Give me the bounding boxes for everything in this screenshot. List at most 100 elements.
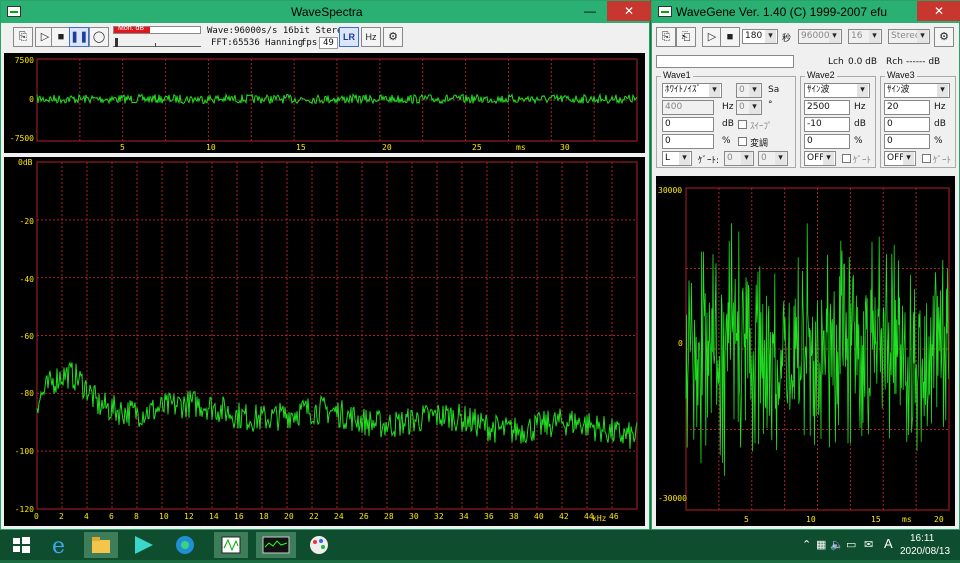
spectrum-x-tick: 20 bbox=[284, 512, 294, 521]
spectrum-y-tick: -20 bbox=[19, 217, 34, 226]
wavegene-close-button[interactable]: ✕ bbox=[917, 1, 960, 21]
wave1-phase-unit: ° bbox=[768, 100, 773, 110]
wave2-freq-input[interactable]: 2500 bbox=[804, 100, 850, 115]
wave2-type-select[interactable]: ｻｲﾝ波 bbox=[804, 83, 870, 98]
settings-icon[interactable]: ⚙ bbox=[383, 27, 403, 47]
wave2-level-input[interactable]: -10 bbox=[804, 117, 850, 132]
fps-value: 49 bbox=[319, 37, 338, 49]
wave2-gate-checkbox[interactable] bbox=[842, 154, 851, 163]
wave3-type-select[interactable]: ｻｲﾝ波 bbox=[884, 83, 950, 98]
wave1-level-input[interactable]: 0 bbox=[662, 117, 714, 132]
edge-icon[interactable] bbox=[168, 532, 202, 558]
minimize-button[interactable]: — bbox=[577, 1, 603, 21]
wave3-out-select[interactable]: OFF bbox=[884, 151, 916, 166]
paint-icon[interactable] bbox=[302, 532, 336, 558]
wavespectra-titlebar[interactable]: WaveSpectra — ☐ ✕ bbox=[1, 1, 651, 23]
wave-y-tick: -7500 bbox=[9, 134, 34, 143]
pause-icon[interactable]: ❚❚ bbox=[69, 27, 89, 47]
file-name-field[interactable] bbox=[656, 55, 794, 68]
wavespectra-title: WaveSpectra bbox=[291, 5, 363, 19]
stop-icon[interactable]: ■ bbox=[51, 27, 71, 47]
scope-x-tick: 15 bbox=[871, 515, 881, 524]
wave2-offset-input[interactable]: 0 bbox=[804, 134, 850, 149]
close-button[interactable]: ✕ bbox=[607, 1, 651, 21]
scope-x-tick: 20 bbox=[934, 515, 944, 524]
wave2-label: Wave2 bbox=[805, 70, 837, 80]
wg-copy-icon[interactable]: ⎘ bbox=[656, 27, 676, 47]
copy-icon[interactable]: ⎘ bbox=[13, 27, 33, 47]
wave-y-tick: 7500 bbox=[14, 56, 34, 65]
clock-time[interactable]: 16:11 bbox=[910, 533, 934, 544]
wavespectra-toolbar: ⎘ ▷ ■ ❚❚ ◯ Mon. dB Wave:96000s/s 16bit S… bbox=[1, 23, 649, 53]
ie-icon[interactable]: e bbox=[44, 532, 78, 559]
rate-select[interactable]: 96000 bbox=[798, 29, 842, 44]
spectrum-x-tick: 16 bbox=[234, 512, 244, 521]
network-icon[interactable]: ▦ bbox=[816, 538, 826, 551]
wavegene-task-icon[interactable] bbox=[214, 532, 248, 558]
spectrum-y-tick: -80 bbox=[19, 389, 34, 398]
spectrum-y-tick: 0dB bbox=[18, 158, 33, 167]
ime-indicator[interactable]: A bbox=[884, 536, 893, 551]
wave3-offset-input[interactable]: 0 bbox=[884, 134, 930, 149]
volume-slider-thumb[interactable] bbox=[115, 38, 118, 47]
wave1-mod-label: 変調 bbox=[750, 139, 769, 149]
media-icon[interactable] bbox=[126, 532, 160, 558]
lch-label: Lch bbox=[828, 57, 844, 67]
wave1-gate-label: ｹﾞｰﾄ: bbox=[698, 156, 720, 166]
record-icon[interactable]: ◯ bbox=[89, 27, 109, 47]
spectrum-y-tick: -120 bbox=[14, 505, 34, 514]
spectrum-x-tick: 4 bbox=[84, 512, 89, 521]
wave-x-tick: 25 bbox=[472, 143, 482, 152]
wavegene-titlebar[interactable]: WaveGene Ver. 1.40 (C) 1999-2007 efu ✕ bbox=[652, 1, 960, 23]
spectrum-x-tick: 32 bbox=[434, 512, 444, 521]
explorer-icon[interactable] bbox=[84, 532, 118, 558]
battery-icon[interactable]: ▭ bbox=[846, 538, 856, 551]
wave2-level-unit: dB bbox=[854, 119, 866, 129]
wave1-gate2-select[interactable]: 0 bbox=[758, 151, 788, 166]
channels-select[interactable]: Stereo bbox=[888, 29, 930, 44]
clock-date[interactable]: 2020/08/13 bbox=[900, 546, 950, 557]
wave1-freq-input[interactable]: 400 bbox=[662, 100, 714, 115]
action-center-icon[interactable]: ✉ bbox=[864, 538, 873, 551]
wave3-offset-unit: % bbox=[934, 136, 943, 146]
speaker-icon[interactable]: 🔈 bbox=[830, 538, 844, 551]
wave1-sweep-checkbox[interactable] bbox=[738, 120, 747, 129]
wave1-offset-input[interactable]: 0 bbox=[662, 134, 714, 149]
spectrum-x-unit: kHz bbox=[592, 514, 607, 523]
lch-value: 0.0 dB bbox=[848, 57, 878, 67]
spectrum-x-tick: 18 bbox=[259, 512, 269, 521]
tray-chevron-icon[interactable]: ⌃ bbox=[802, 538, 811, 551]
start-button[interactable] bbox=[4, 532, 38, 558]
wave3-gate-checkbox[interactable] bbox=[922, 154, 931, 163]
wg-save-icon[interactable]: ⎗ bbox=[676, 27, 696, 47]
wg-play-icon[interactable]: ▷ bbox=[702, 27, 722, 47]
wave-y-tick: 0 bbox=[29, 95, 34, 104]
spectrum-x-tick: 42 bbox=[559, 512, 569, 521]
wave1-gate1-select[interactable]: 0 bbox=[724, 151, 754, 166]
windows-logo-icon bbox=[13, 537, 30, 553]
wave1-mod-checkbox[interactable] bbox=[738, 137, 747, 146]
rch-value: ------ dB bbox=[906, 57, 941, 67]
level-meter-label: Mon. dB bbox=[118, 25, 145, 32]
wave1-type-select[interactable]: ﾎﾜｲﾄﾉｲｽﾞ bbox=[662, 83, 722, 98]
duration-select[interactable]: 180 bbox=[742, 29, 778, 44]
wave3-level-input[interactable]: 0 bbox=[884, 117, 930, 132]
bits-select[interactable]: 16 bbox=[848, 29, 882, 44]
wave1-phase-select[interactable]: 0 bbox=[736, 100, 762, 115]
hz-button[interactable]: Hz bbox=[361, 27, 381, 47]
wave2-out-select[interactable]: OFF bbox=[804, 151, 836, 166]
wavegene-app-icon bbox=[658, 6, 672, 17]
lr-button[interactable]: LR bbox=[339, 27, 359, 47]
wg-stop-icon[interactable]: ■ bbox=[720, 27, 740, 47]
wave1-sa-select[interactable]: 0 bbox=[736, 83, 762, 98]
waveform-display: 7500 0 -7500 5 10 15 20 25 ms 30 bbox=[4, 53, 645, 153]
wave1-sa-label: Sa bbox=[768, 85, 780, 95]
wave3-freq-input[interactable]: 20 bbox=[884, 100, 930, 115]
volume-slider[interactable] bbox=[113, 37, 201, 47]
wavespectra-app-icon bbox=[7, 6, 21, 17]
wavespectra-task-icon[interactable] bbox=[256, 532, 296, 558]
spectrum-x-tick: 36 bbox=[484, 512, 494, 521]
wave1-ch-select[interactable]: L bbox=[662, 151, 692, 166]
wavegene-window: WaveGene Ver. 1.40 (C) 1999-2007 efu ✕ ⎘… bbox=[651, 0, 960, 530]
wg-settings-icon[interactable]: ⚙ bbox=[934, 27, 954, 47]
